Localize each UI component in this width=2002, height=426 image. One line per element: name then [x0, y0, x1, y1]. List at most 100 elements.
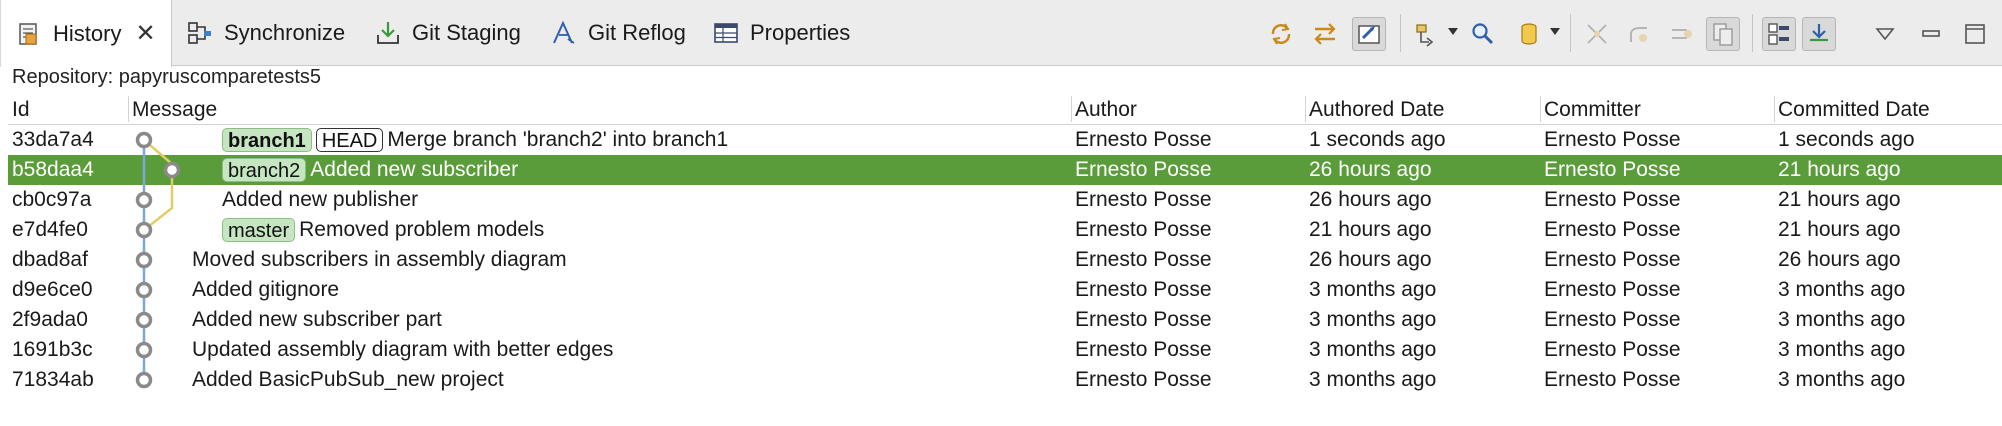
repository-label: Repository: papyruscomparetests5 [12, 66, 322, 88]
link-with-selection-icon [1271, 23, 1291, 45]
history-icon [19, 22, 37, 45]
commit-id: dbad8af [12, 248, 88, 271]
tab-history[interactable]: History ✕ [0, 0, 172, 67]
show-all-branches-button[interactable] [1352, 17, 1386, 51]
commit-message: Merge branch 'branch2' into branch1 [387, 128, 729, 151]
show-first-parent-button[interactable] [1580, 17, 1614, 51]
commit-author: Ernesto Posse [1075, 308, 1212, 331]
show-comment-button[interactable] [1802, 17, 1836, 51]
commit-committed-date: 3 months ago [1778, 308, 1906, 331]
tab-git-reflog[interactable]: Git Reflog [550, 0, 686, 66]
table-row[interactable]: cb0c97a Added new publisher Ernesto Posse 2… [8, 185, 2002, 215]
commit-authored-date: 3 months ago [1309, 338, 1437, 361]
commit-message-cell: branch1 HEAD Merge branch 'branch2' into b… [222, 125, 728, 155]
commit-id: 71834ab [12, 368, 94, 391]
commit-authored-date: 3 months ago [1309, 308, 1437, 331]
git-reflog-icon [553, 20, 575, 44]
tab-git-staging[interactable]: Git Staging [374, 0, 521, 66]
filter-dropdown-icon [1416, 24, 1434, 47]
commit-message-cell: Added BasicPubSub_new project [192, 365, 504, 395]
column-header-id[interactable]: Id [8, 94, 128, 124]
commit-committed-date: 21 hours ago [1778, 218, 1901, 241]
commit-authored-date: 26 hours ago [1309, 158, 1432, 181]
commit-authored-date: 3 months ago [1309, 278, 1437, 301]
commit-message-cell: Moved subscribers in assembly diagram [192, 245, 567, 275]
commit-committer: Ernesto Posse [1544, 308, 1681, 331]
column-header-author[interactable]: Author [1071, 94, 1305, 124]
commit-committer: Ernesto Posse [1544, 158, 1681, 181]
merge-button[interactable] [1622, 17, 1656, 51]
column-header-message[interactable]: Message [128, 94, 1071, 124]
layout-toggle-button[interactable] [1762, 17, 1796, 51]
commit-authored-date: 3 months ago [1309, 368, 1437, 391]
maximize-icon [1965, 24, 1985, 44]
filter-dropdown-button[interactable] [1410, 17, 1444, 51]
table-row[interactable]: b58daa4 branch2 Added new subscriber Ernest… [8, 155, 2002, 185]
tab-properties-label: Properties [750, 20, 851, 45]
chevron-down-icon[interactable] [1550, 28, 1560, 35]
view-tab-bar: History ✕ Synchronize Git Staging Git Re… [0, 0, 2002, 67]
minimize-icon [1922, 30, 1940, 37]
show-changed-files-icon [1713, 23, 1733, 46]
column-header-committer[interactable]: Committer [1540, 94, 1774, 124]
commit-committer: Ernesto Posse [1544, 188, 1681, 211]
view-menu-button[interactable] [1868, 17, 1902, 51]
tab-git-reflog-label: Git Reflog [588, 20, 686, 45]
commit-authored-date: 1 seconds ago [1309, 128, 1446, 151]
minimize-button[interactable] [1914, 17, 1948, 51]
show-all-branches-icon [1358, 25, 1380, 44]
commit-author: Ernesto Posse [1075, 188, 1212, 211]
commit-committer: Ernesto Posse [1544, 218, 1681, 241]
show-comment-icon [1810, 24, 1828, 42]
commit-committed-date: 1 seconds ago [1778, 128, 1915, 151]
column-header-authored-date[interactable]: Authored Date [1305, 94, 1540, 124]
toolbar-separator [1400, 14, 1401, 52]
compare-mode-button[interactable] [1308, 17, 1342, 51]
commit-message-cell: Added gitignore [192, 275, 339, 305]
table-row[interactable]: dbad8af Moved subscribers in assembly dia… [8, 245, 2002, 275]
branch-ref-badge: branch1 [222, 128, 312, 152]
link-with-selection-button[interactable] [1264, 17, 1298, 51]
commit-id: cb0c97a [12, 188, 92, 211]
table-row[interactable]: 2f9ada0 Added new subscriber part Ernesto … [8, 305, 2002, 335]
table-row[interactable]: 33da7a4 branch1 HEAD Merge branch 'branch2'… [8, 125, 2002, 155]
commit-committer: Ernesto Posse [1544, 278, 1681, 301]
tab-git-staging-label: Git Staging [412, 20, 521, 45]
commit-message: Added BasicPubSub_new project [192, 368, 504, 391]
commit-id: 1691b3c [12, 338, 93, 361]
commit-committed-date: 3 months ago [1778, 368, 1906, 391]
commit-id: 2f9ada0 [12, 308, 88, 331]
rebase-button[interactable] [1664, 17, 1698, 51]
chevron-down-icon[interactable] [1448, 28, 1458, 35]
table-row[interactable]: e7d4fe0 master Removed problem models Ernes… [8, 215, 2002, 245]
commit-id: 33da7a4 [12, 128, 94, 151]
commit-author: Ernesto Posse [1075, 368, 1212, 391]
commit-message: Added new subscriber part [192, 308, 442, 331]
commit-author: Ernesto Posse [1075, 248, 1212, 271]
commit-message-cell: Updated assembly diagram with better edg… [192, 335, 613, 365]
show-changed-files-button[interactable] [1706, 17, 1740, 51]
table-row[interactable]: 1691b3c Updated assembly diagram with bet… [8, 335, 2002, 365]
commit-message: Removed problem models [299, 218, 545, 241]
commit-message: Updated assembly diagram with better edg… [192, 338, 614, 361]
commit-committer: Ernesto Posse [1544, 338, 1681, 361]
toolbar-separator [1570, 14, 1571, 52]
commit-author: Ernesto Posse [1075, 278, 1212, 301]
maximize-button[interactable] [1958, 17, 1992, 51]
commit-committed-date: 3 months ago [1778, 338, 1906, 361]
close-icon[interactable]: ✕ [135, 21, 155, 46]
table-row[interactable]: 71834ab Added BasicPubSub_new project Erne… [8, 365, 2002, 395]
compare-mode-icon [1314, 23, 1336, 45]
column-header-committed-date[interactable]: Committed Date [1774, 94, 2002, 124]
branch-ref-badge: branch2 [222, 158, 307, 182]
tab-properties[interactable]: Properties [712, 0, 850, 66]
repository-dropdown-button[interactable] [1512, 17, 1546, 51]
tab-synchronize[interactable]: Synchronize [186, 0, 345, 66]
commit-committer: Ernesto Posse [1544, 128, 1681, 151]
synchronize-icon [188, 22, 211, 44]
commit-authored-date: 26 hours ago [1309, 248, 1432, 271]
find-button[interactable] [1466, 17, 1500, 51]
table-header: Id Message Author Authored Date Committe… [8, 94, 2002, 125]
tab-synchronize-label: Synchronize [224, 20, 346, 45]
table-row[interactable]: d9e6ce0 Added gitignore Ernesto Posse 3 mon… [8, 275, 2002, 305]
